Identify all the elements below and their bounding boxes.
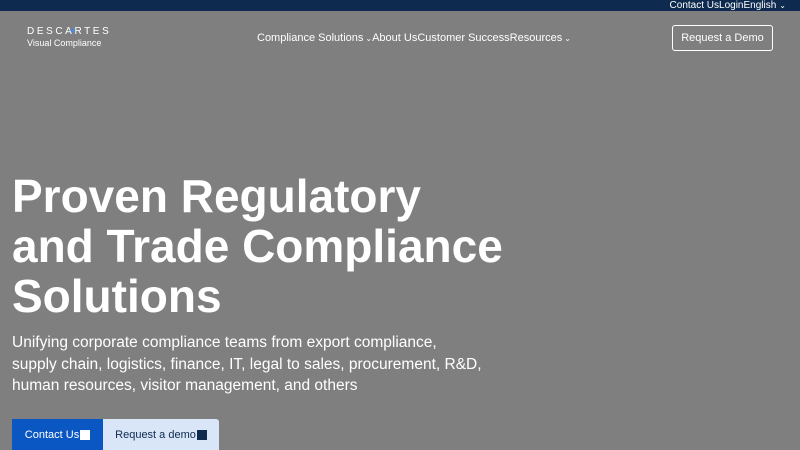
hero-title-line: Proven Regulatory	[12, 170, 421, 222]
request-demo-hero-button[interactable]: Request a demo	[103, 419, 219, 450]
language-label: English	[743, 0, 777, 11]
main-nav: Compliance Solutions ⌄ About Us Customer …	[257, 31, 571, 45]
hero-title-line: Solutions	[12, 270, 222, 322]
nav-item-resources[interactable]: Resources ⌄	[510, 32, 571, 44]
language-selector[interactable]: English ⌄	[743, 0, 786, 11]
hero-title-line: and Trade Compliance	[12, 220, 503, 272]
contact-us-link[interactable]: Contact Us	[670, 0, 719, 11]
button-label: Contact Us	[24, 428, 80, 441]
logo-star-icon	[69, 27, 76, 34]
site-header: DESCARTES Visual Compliance Compliance S…	[0, 11, 800, 65]
descartes-logo[interactable]: DESCARTES Visual Compliance	[27, 26, 112, 50]
hero-subtitle-line: Unifying corporate compliance teams from…	[12, 334, 437, 351]
nav-item-label: Customer Success	[417, 32, 510, 44]
request-demo-button[interactable]: Request a Demo	[672, 25, 773, 51]
login-link[interactable]: Login	[719, 0, 743, 11]
nav-item-compliance-solutions[interactable]: Compliance Solutions ⌄	[257, 32, 372, 44]
hero-subtitle-line: supply chain, logistics, finance, IT, le…	[12, 355, 482, 373]
logo-subtitle: Visual Compliance	[27, 38, 102, 48]
nav-item-label: About Us	[372, 32, 418, 44]
hero-subtitle-line: human resources, visitor management, and…	[12, 377, 358, 394]
contact-us-button[interactable]: Contact Us	[12, 419, 103, 450]
chevron-down-icon: ⌄	[564, 33, 571, 43]
hero-subtitle: Unifying corporate compliance teams from…	[12, 332, 482, 397]
arrow-icon	[80, 429, 91, 440]
nav-item-label: Compliance Solutions	[257, 32, 364, 44]
arrow-icon	[196, 429, 207, 440]
button-label: Request a demo	[115, 428, 196, 441]
chevron-down-icon: ⌄	[365, 33, 373, 43]
chevron-down-icon: ⌄	[779, 1, 786, 10]
nav-item-about-us[interactable]: About Us	[372, 32, 417, 44]
nav-item-customer-success[interactable]: Customer Success	[417, 32, 509, 44]
logo-wordmark: DESCARTES	[27, 26, 112, 37]
hero-title: Proven Regulatory and Trade Compliance S…	[12, 170, 503, 322]
utility-bar: Contact Us Login English ⌄	[0, 0, 800, 11]
nav-item-label: Resources	[509, 32, 563, 44]
